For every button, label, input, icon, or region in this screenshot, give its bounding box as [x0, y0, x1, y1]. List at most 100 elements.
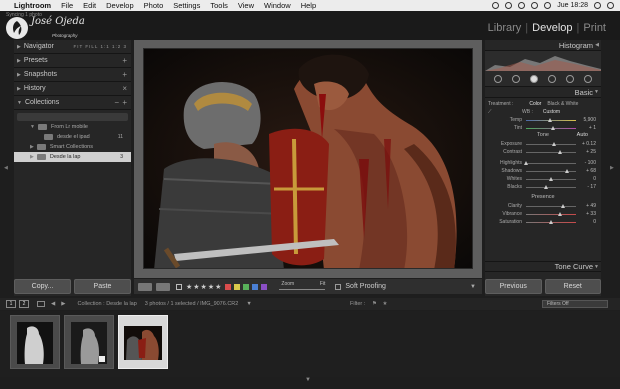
tint-slider[interactable]: Tint + 1	[488, 124, 598, 132]
vibrance-track[interactable]	[526, 214, 576, 215]
highlights-track[interactable]	[526, 163, 576, 164]
treatment-bw-option[interactable]: Black & White	[547, 101, 578, 107]
whites-knob[interactable]	[549, 177, 553, 181]
tone-auto-button[interactable]: Auto	[577, 132, 588, 138]
clock[interactable]: Jue 18:28	[557, 2, 588, 9]
add-collection-icon[interactable]: +	[122, 98, 127, 107]
expand-triangle-icon[interactable]: ▶	[17, 58, 21, 64]
saturation-knob[interactable]	[549, 220, 553, 224]
notifications-icon[interactable]	[607, 2, 614, 9]
expand-triangle-icon[interactable]: ▶	[30, 144, 34, 150]
eyedropper-icon[interactable]: ⟋	[488, 109, 502, 115]
blacks-value[interactable]: - 17	[587, 184, 596, 190]
basic-header[interactable]: Basic ▼	[485, 87, 601, 98]
sync-icon[interactable]	[505, 2, 513, 9]
highlights-knob[interactable]	[524, 161, 528, 165]
shadows-knob[interactable]	[565, 169, 569, 173]
expand-triangle-icon[interactable]: ▶	[17, 44, 21, 50]
menu-window[interactable]: Window	[264, 1, 291, 10]
color-label-red[interactable]	[225, 283, 232, 290]
soft-proofing-checkbox[interactable]	[335, 283, 342, 290]
star-rating[interactable]: ★★★★★	[186, 283, 222, 291]
adjustment-brush-icon[interactable]	[584, 74, 592, 83]
expand-triangle-icon[interactable]: ▶	[17, 86, 21, 92]
collapse-triangle-icon[interactable]: ▼	[594, 89, 599, 95]
shadows-slider[interactable]: Shadows + 68	[488, 167, 598, 175]
filmstrip-thumbnail[interactable]	[10, 315, 60, 369]
color-label-purple[interactable]	[261, 283, 268, 290]
menu-file[interactable]: File	[61, 1, 73, 10]
wifi-icon[interactable]	[518, 2, 526, 9]
red-eye-tool-icon[interactable]	[530, 74, 538, 83]
collection-set[interactable]: ▼ From Lr mobile	[14, 122, 131, 132]
menu-app[interactable]: Lightroom	[14, 1, 51, 10]
soft-proofing-toggle[interactable]: Soft Proofing	[335, 283, 386, 290]
display-2-button[interactable]: 2	[19, 300, 29, 308]
collection-item-selected[interactable]: ▶ Desde la lap 3	[14, 152, 131, 162]
module-print[interactable]: Print	[579, 22, 610, 34]
tone-curve-header[interactable]: Tone Curve ▼	[485, 261, 601, 272]
collection-item[interactable]: desde el ipad 11	[14, 132, 131, 142]
exposure-knob[interactable]	[552, 142, 556, 146]
wb-dropdown[interactable]: Custom	[543, 109, 560, 115]
menu-edit[interactable]: Edit	[83, 1, 96, 10]
grid-view-icon[interactable]	[37, 301, 45, 307]
module-library[interactable]: Library	[484, 22, 526, 34]
blacks-knob[interactable]	[544, 185, 548, 189]
volume-icon[interactable]	[531, 2, 539, 9]
exposure-value[interactable]: + 0.12	[582, 141, 596, 147]
previous-button[interactable]: Previous	[485, 279, 542, 294]
spot-removal-tool-icon[interactable]	[512, 74, 520, 83]
filmstrip-thumbnail-selected[interactable]	[118, 315, 168, 369]
tint-value[interactable]: + 1	[589, 125, 596, 131]
back-arrow-icon[interactable]: ◀	[51, 301, 55, 307]
navigator-header[interactable]: ▶ Navigator FIT FILL 1:1 1:2 3	[14, 40, 131, 54]
whites-value[interactable]: 0	[593, 176, 596, 182]
clear-history-icon[interactable]: ×	[122, 84, 127, 93]
contrast-track[interactable]	[526, 152, 576, 153]
color-label-yellow[interactable]	[234, 283, 241, 290]
flag-icon[interactable]	[176, 283, 182, 290]
collapse-triangle-icon[interactable]: ▼	[594, 264, 599, 270]
collapse-triangle-icon[interactable]: ▼	[30, 124, 35, 130]
source-dropdown-icon[interactable]: ▼	[246, 301, 251, 307]
filter-dropdown[interactable]: Filters Off	[542, 300, 608, 308]
remove-collection-icon[interactable]: −	[114, 98, 119, 107]
collapse-triangle-icon[interactable]: ◀	[595, 42, 599, 48]
navigator-zoom-options[interactable]: FIT FILL 1:1 1:2 3	[73, 44, 127, 49]
highlights-value[interactable]: - 100	[585, 160, 596, 166]
zoom-track[interactable]	[279, 288, 326, 290]
add-preset-icon[interactable]: +	[122, 56, 127, 65]
menu-photo[interactable]: Photo	[144, 1, 164, 10]
radial-filter-icon[interactable]	[566, 74, 574, 83]
expand-triangle-icon[interactable]: ▶	[30, 154, 34, 160]
collections-filter-input[interactable]	[17, 113, 128, 121]
reset-button[interactable]: Reset	[544, 279, 601, 294]
clarity-track[interactable]	[526, 206, 576, 207]
zoom-slider[interactable]: Zoom Fit	[279, 281, 326, 293]
paste-button[interactable]: Paste	[74, 279, 131, 294]
contrast-slider[interactable]: Contrast + 25	[488, 148, 598, 156]
contrast-value[interactable]: + 25	[586, 149, 596, 155]
blacks-track[interactable]	[526, 187, 576, 188]
filmstrip-toggle-icon[interactable]: ▼	[305, 377, 311, 383]
cloud-icon[interactable]	[492, 2, 500, 9]
left-panel-toggle-icon[interactable]: ◀	[4, 165, 8, 171]
add-snapshot-icon[interactable]: +	[122, 70, 127, 79]
menu-view[interactable]: View	[238, 1, 254, 10]
blacks-slider[interactable]: Blacks - 17	[488, 183, 598, 191]
temp-knob[interactable]	[548, 118, 552, 122]
color-label-green[interactable]	[243, 283, 250, 290]
menu-settings[interactable]: Settings	[173, 1, 200, 10]
right-panel-toggle-icon[interactable]: ▶	[610, 165, 614, 171]
snapshots-header[interactable]: ▶ Snapshots +	[14, 68, 131, 82]
expand-triangle-icon[interactable]: ▶	[17, 72, 21, 78]
vibrance-slider[interactable]: Vibrance + 33	[488, 210, 598, 218]
saturation-slider[interactable]: Saturation 0	[488, 218, 598, 226]
treatment-color-option[interactable]: Color	[529, 101, 541, 107]
filmstrip-thumbnail[interactable]	[64, 315, 114, 369]
menu-help[interactable]: Help	[301, 1, 316, 10]
saturation-value[interactable]: 0	[593, 219, 596, 225]
clarity-knob[interactable]	[561, 204, 565, 208]
clarity-value[interactable]: + 49	[586, 203, 596, 209]
